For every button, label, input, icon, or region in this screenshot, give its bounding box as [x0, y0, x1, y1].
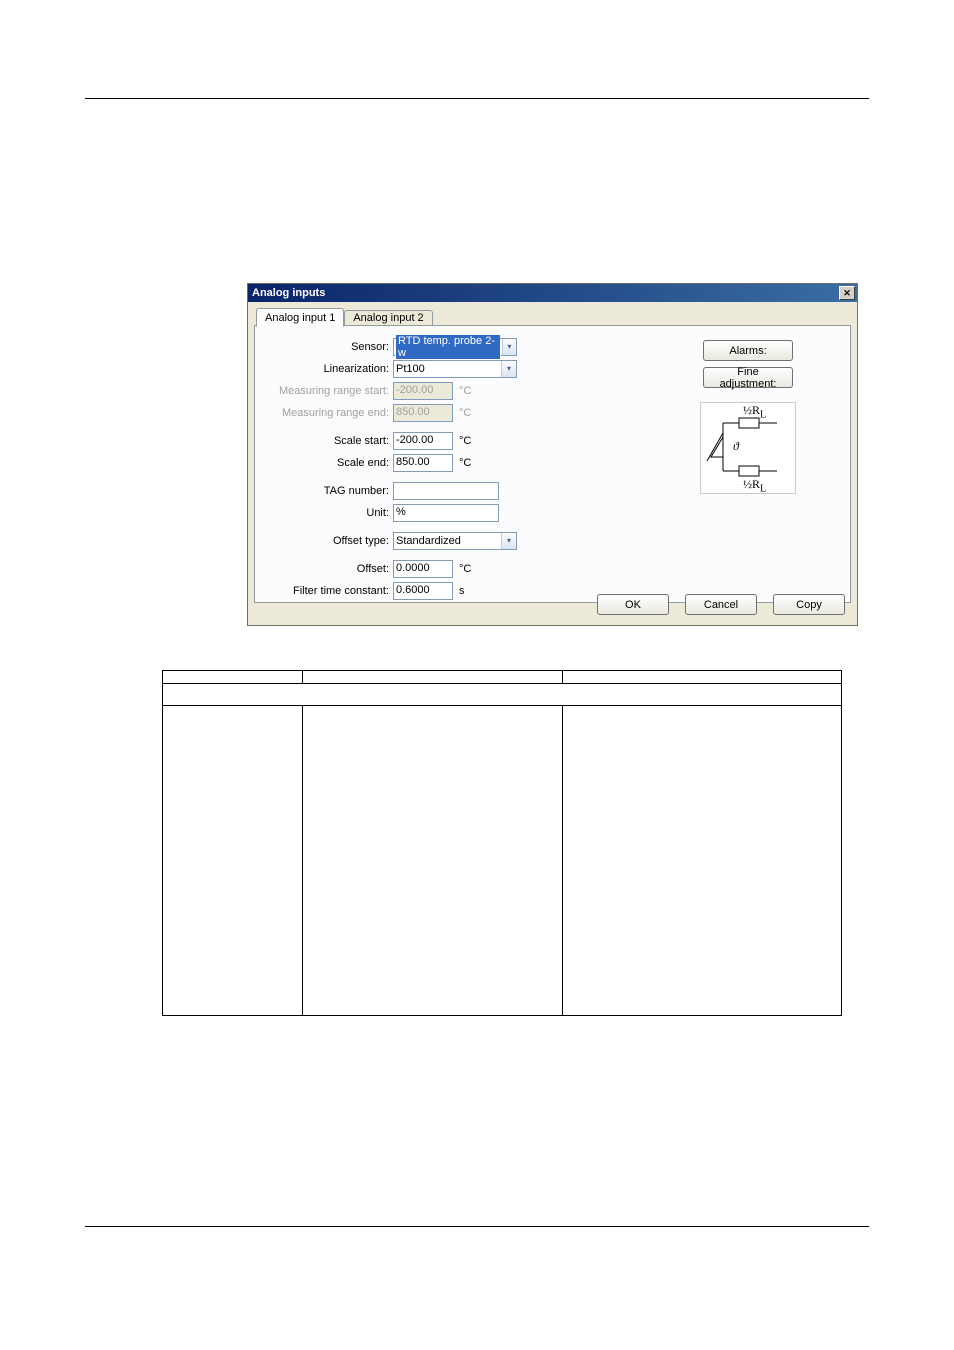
- tabpanel-analog-input-1: Sensor: RTD temp. probe 2-w ▾ Linearizat…: [254, 325, 851, 603]
- select-linearization-value: Pt100: [396, 363, 425, 375]
- label-tag-number: TAG number:: [265, 485, 393, 497]
- table-full-row: [163, 684, 842, 706]
- table-header-3: [563, 671, 842, 684]
- label-meas-range-end: Measuring range end:: [265, 407, 393, 419]
- label-filter-time-constant: Filter time constant:: [265, 585, 393, 597]
- select-offset-type[interactable]: Standardized ▾: [393, 532, 517, 550]
- input-meas-range-end: 850.00: [393, 404, 453, 422]
- table-header-1: [163, 671, 303, 684]
- right-column: Alarms: Fine adjustment: ½RL: [660, 340, 836, 494]
- close-button[interactable]: ✕: [839, 286, 855, 300]
- select-offset-type-value: Standardized: [396, 535, 461, 547]
- input-scale-start[interactable]: -200.00: [393, 432, 453, 450]
- tab-analog-input-1[interactable]: Analog input 1: [256, 308, 344, 327]
- label-scale-start: Scale start:: [265, 435, 393, 447]
- info-table: [162, 670, 842, 1016]
- unit-scale-end: °C: [459, 457, 471, 469]
- input-filter-time-constant[interactable]: 0.6000: [393, 582, 453, 600]
- label-scale-end: Scale end:: [265, 457, 393, 469]
- wiring-diagram: ½RL: [700, 402, 796, 494]
- alarms-button[interactable]: Alarms:: [703, 340, 793, 361]
- table-header-2: [303, 671, 563, 684]
- dialog-analog-inputs: Analog inputs ✕ Analog input 1 Analog in…: [247, 283, 858, 626]
- label-unit: Unit:: [265, 507, 393, 519]
- input-scale-end[interactable]: 850.00: [393, 454, 453, 472]
- table-cell-1: [163, 706, 303, 1016]
- label-meas-range-start: Measuring range start:: [265, 385, 393, 397]
- unit-offset: °C: [459, 563, 471, 575]
- titlebar: Analog inputs ✕: [248, 284, 857, 302]
- ok-button[interactable]: OK: [597, 594, 669, 615]
- unit-scale-start: °C: [459, 435, 471, 447]
- copy-button[interactable]: Copy: [773, 594, 845, 615]
- diagram-label-theta: ϑ: [733, 439, 739, 454]
- label-sensor: Sensor:: [265, 341, 393, 353]
- unit-meas-end: °C: [459, 407, 471, 419]
- table-cell-3: [563, 706, 842, 1016]
- dialog-title: Analog inputs: [252, 287, 325, 299]
- table-row: [163, 706, 842, 1016]
- dialog-bottom-buttons: OK Cancel Copy: [597, 594, 845, 615]
- select-sensor[interactable]: RTD temp. probe 2-w ▾: [393, 338, 517, 356]
- chevron-down-icon: ▾: [502, 339, 516, 355]
- label-linearization: Linearization:: [265, 363, 393, 375]
- input-meas-range-start: -200.00: [393, 382, 453, 400]
- unit-filter: s: [459, 585, 465, 597]
- select-sensor-value: RTD temp. probe 2-w: [396, 335, 500, 359]
- label-offset-type: Offset type:: [265, 535, 393, 547]
- input-tag-number[interactable]: [393, 482, 499, 500]
- tabstrip: Analog input 1 Analog input 2: [256, 308, 851, 326]
- input-unit[interactable]: %: [393, 504, 499, 522]
- chevron-down-icon: ▾: [501, 361, 516, 377]
- cancel-button[interactable]: Cancel: [685, 594, 757, 615]
- table-cell-2: [303, 706, 563, 1016]
- page-rule-top: [85, 98, 869, 99]
- table-header-row: [163, 671, 842, 684]
- page-rule-bottom: [85, 1226, 869, 1227]
- input-offset[interactable]: 0.0000: [393, 560, 453, 578]
- select-linearization[interactable]: Pt100 ▾: [393, 360, 517, 378]
- diagram-label-bottom: ½RL: [743, 477, 766, 494]
- unit-meas-start: °C: [459, 385, 471, 397]
- label-offset: Offset:: [265, 563, 393, 575]
- chevron-down-icon: ▾: [501, 533, 516, 549]
- fine-adjustment-button[interactable]: Fine adjustment:: [703, 367, 793, 388]
- table-full-cell: [163, 684, 842, 706]
